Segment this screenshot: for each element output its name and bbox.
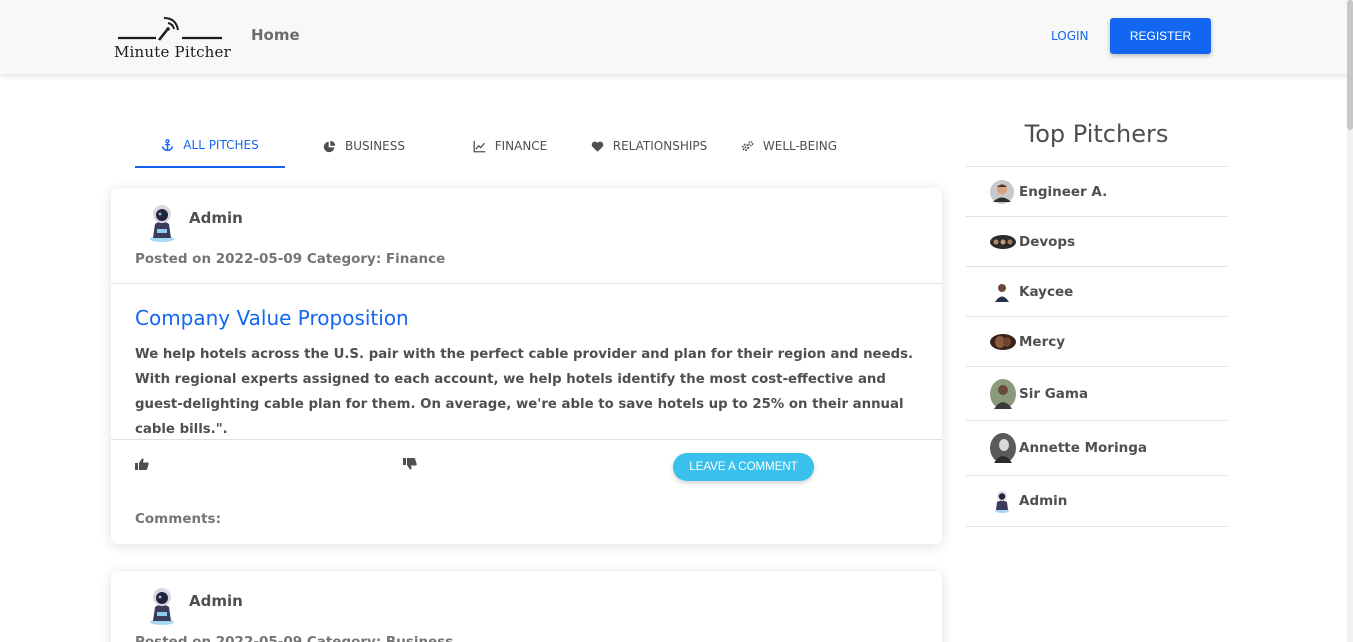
pie-chart-icon <box>323 140 336 152</box>
pitcher-item[interactable]: Sir Gama <box>966 367 1227 421</box>
pitcher-name: Devops <box>1019 233 1076 250</box>
line-chart-icon <box>473 140 485 152</box>
card-body: Company Value Proposition We help hotels… <box>111 284 942 440</box>
thumbs-up-icon[interactable] <box>134 456 150 472</box>
comments-label: Comments: <box>135 511 221 527</box>
tab-business[interactable]: BUSINESS <box>285 124 443 168</box>
post-meta: Posted on 2022-05-09 Category: Finance <box>135 251 446 267</box>
tab-relationships[interactable]: RELATIONSHIPS <box>577 124 721 168</box>
tab-all-pitches[interactable]: ALL PITCHES <box>135 124 285 168</box>
register-button[interactable]: REGISTER <box>1110 18 1211 54</box>
pitcher-item[interactable]: Annette Moringa <box>966 421 1227 476</box>
avatar <box>990 433 1016 463</box>
tab-label: BUSINESS <box>345 139 405 153</box>
login-link[interactable]: LOGIN <box>1051 29 1089 43</box>
avatar <box>990 179 1014 204</box>
pitcher-item[interactable]: Admin <box>966 476 1227 527</box>
thumbs-down-icon[interactable] <box>402 456 418 472</box>
navbar: Minute Pitcher Home LOGIN REGISTER <box>0 0 1353 74</box>
nav-home-link[interactable]: Home <box>251 26 300 44</box>
pitcher-name: Sir Gama <box>1019 385 1089 402</box>
tab-finance[interactable]: FINANCE <box>443 124 577 168</box>
pitcher-name: Engineer A. <box>1019 183 1108 200</box>
logo-text: Minute Pitcher <box>114 43 231 61</box>
pitcher-item[interactable]: Kaycee <box>966 267 1227 317</box>
pitcher-name: Admin <box>1019 493 1068 509</box>
card-header: Admin Posted on 2022-05-09 Category: Bus… <box>111 571 942 642</box>
top-pitchers-title: Top Pitchers <box>1024 120 1169 148</box>
pitcher-item[interactable]: Engineer A. <box>966 167 1227 217</box>
pitcher-item[interactable]: Mercy <box>966 317 1227 367</box>
anchor-icon <box>162 138 174 151</box>
avatar <box>990 378 1016 409</box>
tab-label: WELL-BEING <box>762 139 838 153</box>
avatar <box>150 205 174 242</box>
author-name[interactable]: Admin <box>189 592 243 610</box>
gears-icon <box>741 140 754 151</box>
author-name[interactable]: Admin <box>189 209 243 227</box>
avatar <box>990 234 1016 249</box>
category-tabs: ALL PITCHES BUSINESS FINANCE RELATIONSHI… <box>135 124 941 170</box>
avatar <box>995 283 1009 302</box>
heart-icon <box>591 141 603 152</box>
tab-label: ALL PITCHES <box>183 138 259 152</box>
card-header: Admin Posted on 2022-05-09 Category: Fin… <box>111 188 942 284</box>
logo-icon <box>118 17 222 41</box>
pitch-card: Admin Posted on 2022-05-09 Category: Bus… <box>111 571 942 642</box>
avatar <box>995 491 1009 513</box>
pitch-text: We help hotels across the U.S. pair with… <box>135 347 914 437</box>
avatar <box>150 588 174 625</box>
post-meta: Posted on 2022-05-09 Category: Business <box>135 634 454 642</box>
pitcher-name: Kaycee <box>1019 283 1074 300</box>
card-footer: LEAVE A COMMENT Comments: <box>111 440 942 544</box>
top-pitchers-list: Engineer A. Devops Kaycee Mercy Sir Gama… <box>966 166 1227 527</box>
pitch-title[interactable]: Company Value Proposition <box>135 306 409 330</box>
tab-well-being[interactable]: WELL-BEING <box>721 124 857 168</box>
page-scrollbar[interactable] <box>1347 0 1353 642</box>
logo[interactable]: Minute Pitcher <box>114 12 231 62</box>
pitcher-name: Mercy <box>1019 333 1066 350</box>
pitcher-item[interactable]: Devops <box>966 217 1227 267</box>
pitch-card: Admin Posted on 2022-05-09 Category: Fin… <box>111 188 942 544</box>
leave-comment-button[interactable]: LEAVE A COMMENT <box>673 453 814 481</box>
tab-label: FINANCE <box>494 139 548 153</box>
tab-label: RELATIONSHIPS <box>612 139 708 153</box>
avatar <box>990 333 1016 350</box>
pitcher-name: Annette Moringa <box>1019 440 1147 456</box>
scrollbar-thumb[interactable] <box>1347 0 1353 130</box>
